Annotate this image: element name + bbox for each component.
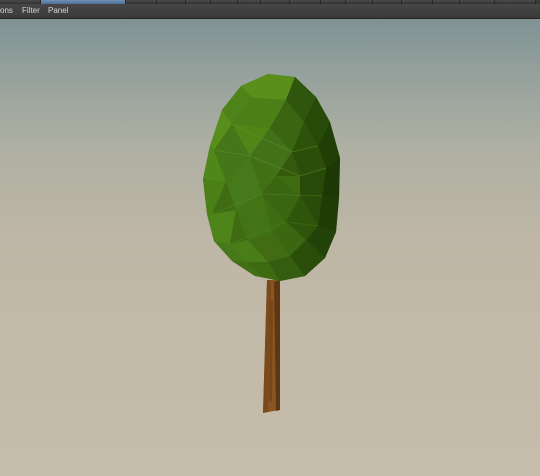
3d-viewport[interactable] — [0, 19, 540, 476]
tree-trunk — [263, 280, 280, 413]
menu-item-filter[interactable]: Filter — [22, 4, 40, 18]
viewport-scene — [203, 74, 340, 413]
app-window: ons Filter Panel — [0, 0, 540, 476]
tree-model[interactable] — [203, 74, 340, 413]
menu-item-options[interactable]: ons — [0, 4, 13, 18]
tree-foliage — [203, 74, 340, 281]
menu-item-panel[interactable]: Panel — [48, 4, 68, 18]
panel-menubar: ons Filter Panel — [0, 4, 540, 19]
